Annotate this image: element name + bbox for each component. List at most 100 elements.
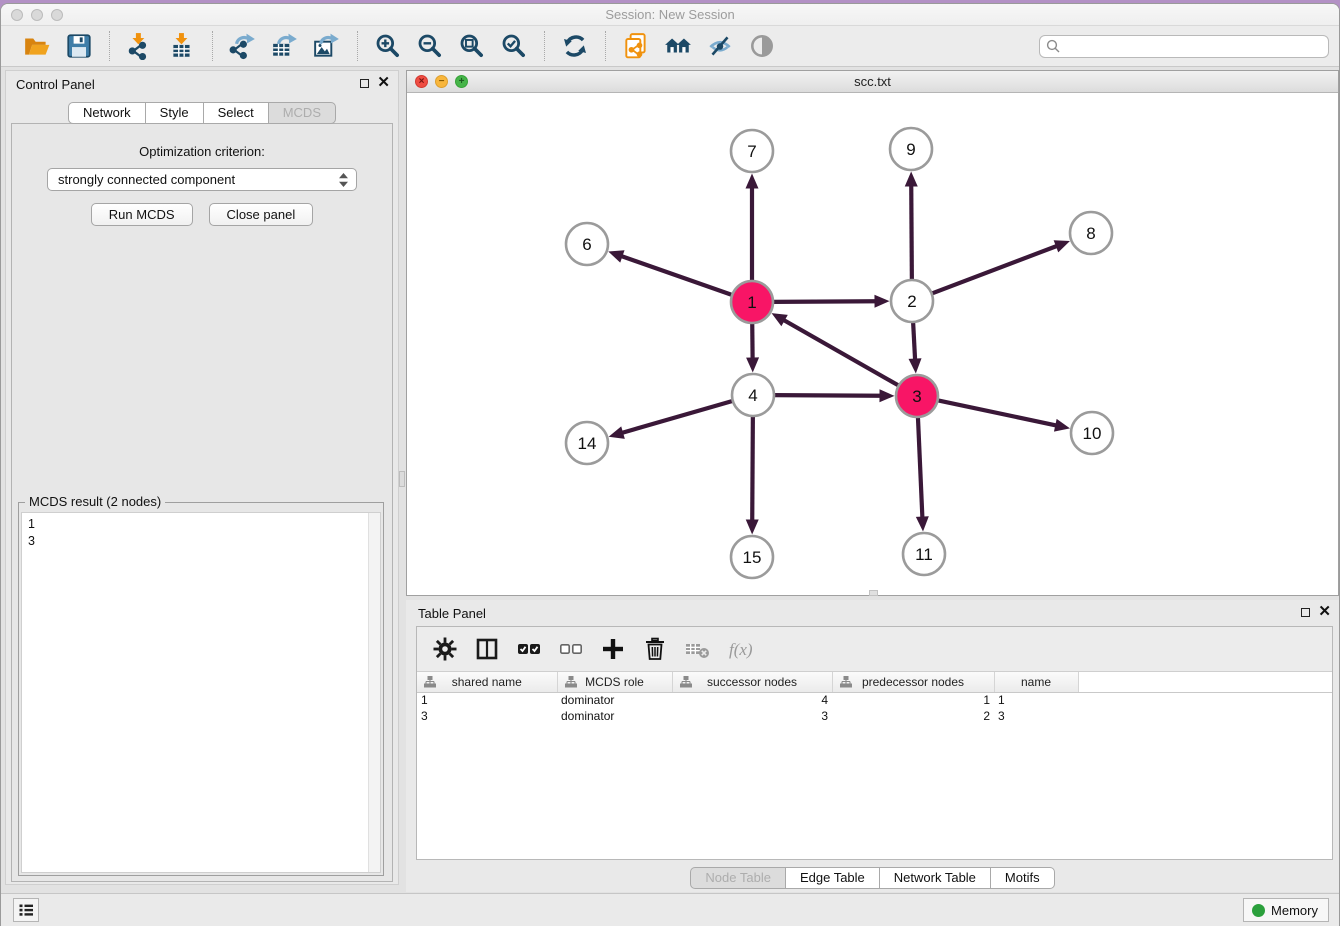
splitter-handle[interactable] [399, 471, 405, 487]
export-image-icon[interactable] [309, 30, 345, 62]
toolbar-separator [109, 31, 110, 61]
graph-node-11[interactable]: 11 [903, 533, 945, 575]
window-controls[interactable] [11, 9, 63, 21]
export-table-icon[interactable] [267, 30, 303, 62]
close-panel-button[interactable]: Close panel [209, 203, 314, 226]
mcds-result-group: MCDS result (2 nodes) 1 3 [18, 502, 384, 876]
result-scrollbar[interactable] [368, 513, 380, 872]
edge-arrowhead [746, 174, 759, 189]
close-network-icon[interactable]: × [415, 75, 428, 88]
tab-network[interactable]: Network [68, 102, 146, 124]
export-network-icon[interactable] [225, 30, 261, 62]
edge-2-8[interactable] [932, 246, 1058, 294]
criterion-select[interactable]: strongly connected component [47, 168, 357, 191]
preview-eye-icon[interactable] [744, 30, 780, 62]
search-input[interactable] [1039, 35, 1329, 58]
edge-4-14[interactable] [621, 401, 733, 433]
column-header-predecessor-nodes[interactable]: predecessor nodes [832, 672, 994, 692]
edge-3-1[interactable] [783, 320, 899, 386]
zoom-in-icon[interactable] [370, 30, 406, 62]
svg-text:3: 3 [912, 387, 921, 406]
minimize-network-icon[interactable]: − [435, 75, 448, 88]
graph-node-6[interactable]: 6 [566, 223, 608, 265]
tab-style[interactable]: Style [145, 102, 204, 124]
zoom-selected-icon[interactable] [496, 30, 532, 62]
column-header-shared-name[interactable]: shared name [417, 672, 557, 692]
float-panel-icon[interactable] [360, 79, 369, 88]
graph-node-9[interactable]: 9 [890, 128, 932, 170]
table-tab-edge-table[interactable]: Edge Table [785, 867, 880, 889]
table-tab-motifs[interactable]: Motifs [990, 867, 1055, 889]
column-header-name[interactable]: name [994, 672, 1078, 692]
graph-node-10[interactable]: 10 [1071, 412, 1113, 454]
edge-3-11[interactable] [918, 417, 922, 519]
home-view-icon[interactable] [660, 30, 696, 62]
edge-3-10[interactable] [938, 400, 1058, 425]
add-column-icon[interactable] [599, 635, 627, 663]
close-panel-icon[interactable]: ✕ [377, 78, 390, 88]
column-header-successor-nodes[interactable]: successor nodes [672, 672, 832, 692]
import-network-icon[interactable] [122, 30, 158, 62]
import-table-icon[interactable] [164, 30, 200, 62]
table-tab-network-table[interactable]: Network Table [879, 867, 991, 889]
edge-4-3[interactable] [774, 395, 882, 396]
tab-select[interactable]: Select [203, 102, 269, 124]
close-window-icon[interactable] [11, 9, 23, 21]
save-session-icon[interactable] [61, 30, 97, 62]
hierarchy-icon [840, 676, 852, 691]
edge-2-3[interactable] [913, 322, 915, 361]
edge-arrowhead [879, 389, 894, 402]
edge-arrowhead [874, 295, 889, 308]
edge-4-15[interactable] [752, 416, 753, 522]
task-history-button[interactable] [13, 898, 39, 922]
memory-button[interactable]: Memory [1243, 898, 1329, 922]
deselect-all-icon[interactable] [557, 635, 585, 663]
edge-1-6[interactable] [620, 256, 732, 295]
show-columns-icon[interactable] [473, 635, 501, 663]
table-settings-icon[interactable] [431, 635, 459, 663]
mcds-result-textarea[interactable]: 1 3 [21, 512, 381, 873]
graph-node-1[interactable]: 1 [731, 281, 773, 323]
select-stepper-icon [338, 172, 349, 194]
network-resize-handle[interactable] [869, 590, 878, 596]
main-toolbar [1, 26, 1339, 67]
node-table[interactable]: shared nameMCDS rolesuccessor nodesprede… [417, 672, 1332, 724]
zoom-fit-icon[interactable] [454, 30, 490, 62]
delete-column-icon[interactable] [641, 635, 669, 663]
mcds-tab-content: Optimization criterion: strongly connect… [11, 123, 393, 882]
minimize-window-icon[interactable] [31, 9, 43, 21]
graph-node-14[interactable]: 14 [566, 422, 608, 464]
edge-1-2[interactable] [773, 301, 877, 302]
table-row[interactable]: 1dominator411 [417, 692, 1332, 708]
open-session-icon[interactable] [19, 30, 55, 62]
copy-network-icon[interactable] [618, 30, 654, 62]
svg-text:11: 11 [915, 545, 933, 564]
graph-node-3[interactable]: 3 [896, 375, 938, 417]
hide-panels-icon[interactable] [702, 30, 738, 62]
zoom-out-icon[interactable] [412, 30, 448, 62]
float-table-panel-icon[interactable] [1301, 608, 1310, 617]
graph-node-8[interactable]: 8 [1070, 212, 1112, 254]
graph-node-15[interactable]: 15 [731, 536, 773, 578]
edge-arrowhead [916, 516, 929, 531]
maximize-window-icon[interactable] [51, 9, 63, 21]
refresh-network-icon[interactable] [557, 30, 593, 62]
table-tab-node-table[interactable]: Node Table [690, 867, 786, 889]
maximize-network-icon[interactable]: + [455, 75, 468, 88]
function-builder-icon: f(x) [725, 635, 753, 663]
edge-2-9[interactable] [911, 184, 912, 280]
graph-node-4[interactable]: 4 [732, 374, 774, 416]
column-header-MCDS-role[interactable]: MCDS role [557, 672, 672, 692]
network-canvas[interactable]: 7 9 6 8 1 2 4 3 14 10 15 11 [407, 93, 1338, 595]
run-mcds-button[interactable]: Run MCDS [91, 203, 193, 226]
tab-mcds[interactable]: MCDS [268, 102, 336, 124]
toolbar-separator [605, 31, 606, 61]
graph-node-7[interactable]: 7 [731, 130, 773, 172]
select-all-icon[interactable] [515, 635, 543, 663]
control-panel: Control Panel ✕ NetworkStyleSelectMCDS O… [5, 70, 399, 885]
table-row[interactable]: 3dominator323 [417, 708, 1332, 724]
svg-text:4: 4 [748, 386, 757, 405]
network-window-title: scc.txt [407, 71, 1338, 92]
graph-node-2[interactable]: 2 [891, 280, 933, 322]
close-table-panel-icon[interactable]: ✕ [1318, 607, 1331, 617]
